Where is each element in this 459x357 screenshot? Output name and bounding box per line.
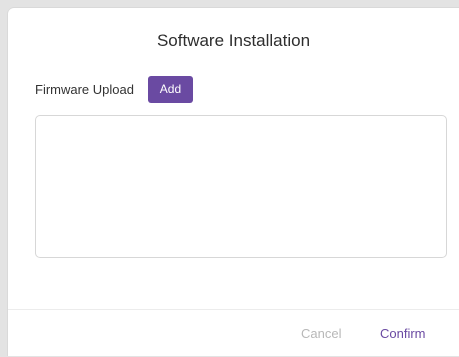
firmware-upload-row: Firmware Upload Add: [35, 75, 193, 103]
add-firmware-button[interactable]: Add: [147, 75, 193, 103]
firmware-file-list[interactable]: [35, 115, 447, 258]
dialog-footer: Cancel Confirm: [8, 309, 459, 357]
firmware-upload-label: Firmware Upload: [35, 81, 134, 97]
dialog-title: Software Installation: [156, 31, 311, 50]
confirm-button[interactable]: Confirm: [380, 326, 426, 341]
software-installation-dialog: Software Installation Firmware Upload Ad…: [8, 8, 459, 356]
cancel-button[interactable]: Cancel: [301, 326, 341, 341]
